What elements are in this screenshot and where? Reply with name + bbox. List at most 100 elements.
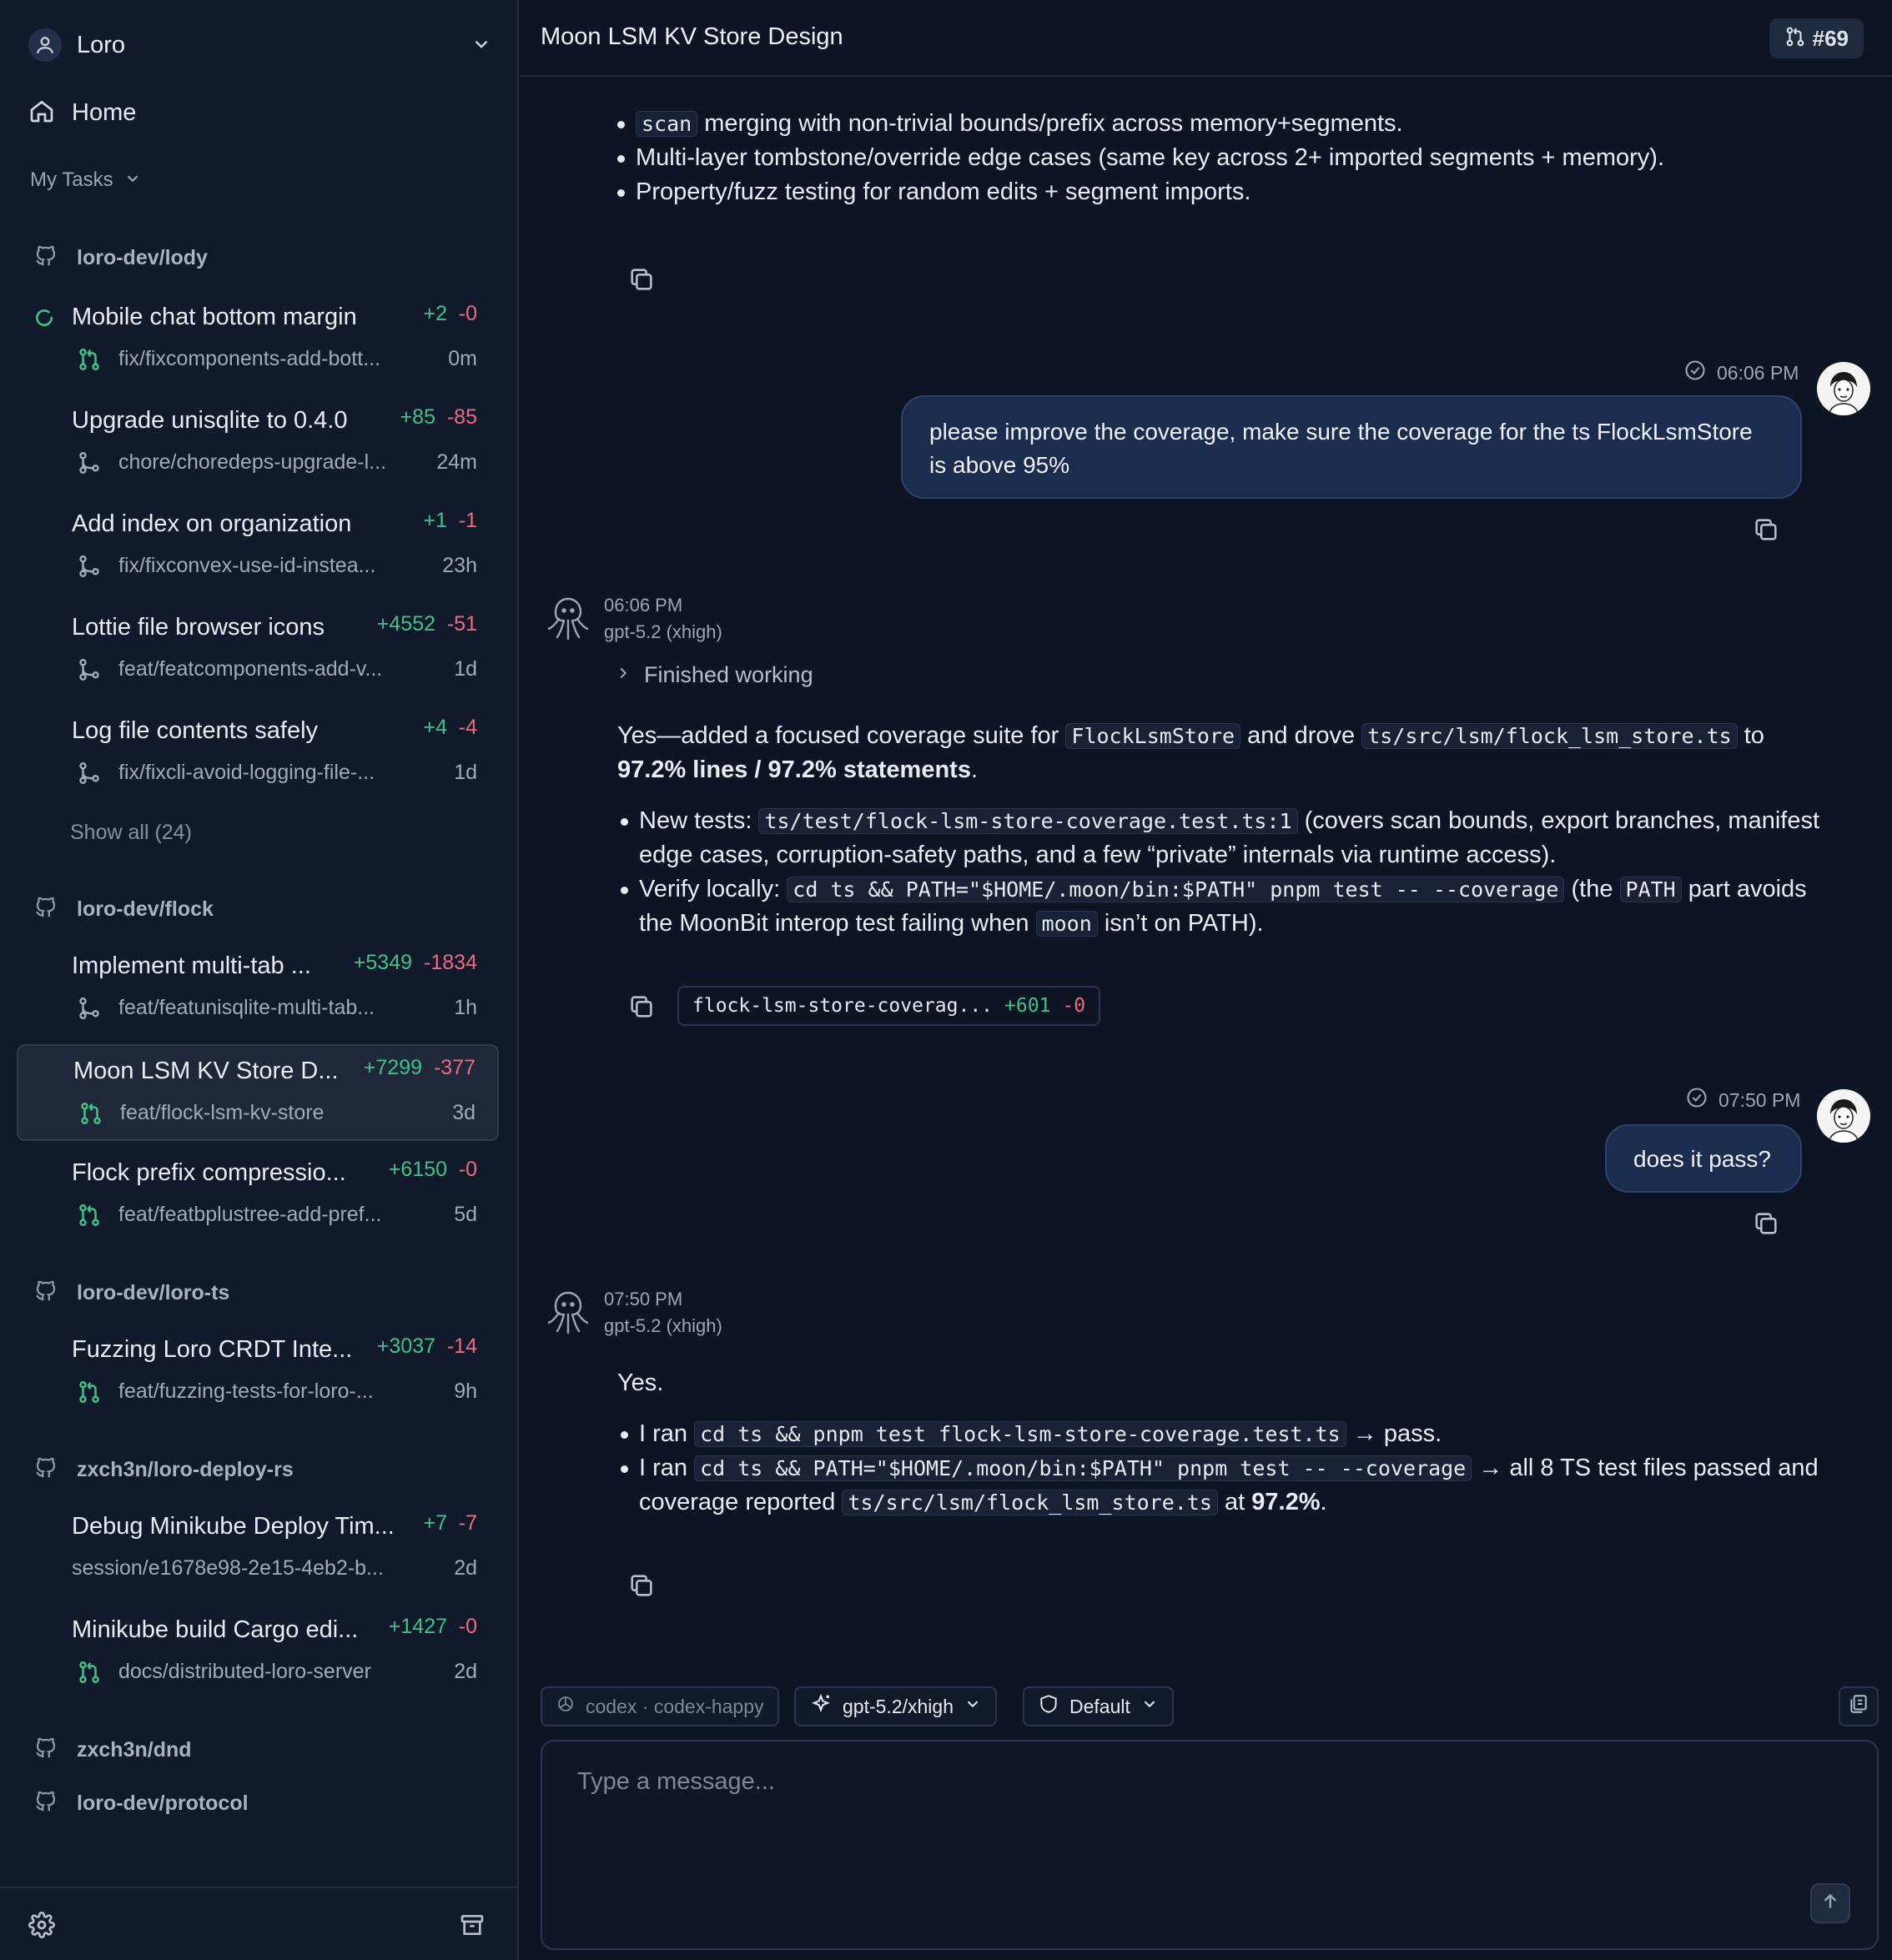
message-input[interactable] <box>542 1741 1877 1948</box>
task-title: Add index on organization <box>72 510 352 537</box>
bold-text: 97.2% lines / 97.2% statements <box>617 756 971 783</box>
task-title: Minikube build Cargo edi... <box>72 1616 359 1643</box>
home-icon <box>28 98 55 128</box>
home-label: Home <box>72 98 137 126</box>
list-item: Verify locally: cd ts && PATH="$HOME/.mo… <box>617 872 1835 941</box>
task-title: Implement multi-tab ... <box>72 952 311 979</box>
copy-icon[interactable] <box>627 265 656 298</box>
repo-group[interactable]: loro-dev/flock <box>33 895 214 924</box>
task-item[interactable]: Fuzzing Loro CRDT Inte... +3037 -14 feat/fu… <box>17 1324 499 1421</box>
sidebar: Loro Home My Tasks loro-dev/lody loro-dev… <box>0 0 519 1960</box>
branch-name: feat/featcomponents-add-v... <box>118 657 383 681</box>
github-icon <box>33 1279 58 1308</box>
finished-working-toggle[interactable]: Finished working <box>614 662 813 688</box>
additions-count: +1 <box>423 509 447 532</box>
repo-name: zxch3n/dnd <box>77 1738 192 1761</box>
task-title: Upgrade unisqlite to 0.4.0 <box>72 407 348 434</box>
list-item: I ran cd ts && PATH="$HOME/.moon/bin:$PA… <box>617 1451 1835 1520</box>
assistant-message: Yes. I ran cd ts && pnpm test flock-lsm-… <box>617 1366 1835 1520</box>
pull-request-icon <box>78 1101 103 1126</box>
repo-name: loro-dev/loro-ts <box>77 1281 230 1304</box>
list-item-text: merging with non-trivial bounds/prefix a… <box>697 110 1403 137</box>
copy-icon[interactable] <box>1752 1209 1780 1242</box>
previous-message-list: scan merging with non-trivial bounds/pre… <box>614 107 1815 209</box>
inline-code: cd ts && pnpm test flock-lsm-store-cover… <box>694 1421 1346 1447</box>
task-age: 5d <box>454 1203 477 1226</box>
inline-code: FlockLsmStore <box>1065 723 1241 749</box>
additions-count: +4552 <box>376 612 435 636</box>
inline-code: ts/src/lsm/flock_lsm_store.ts <box>1361 723 1738 749</box>
task-item[interactable]: Debug Minikube Deploy Tim... +7 -7 session/… <box>17 1501 499 1598</box>
text: Verify locally: <box>639 876 787 902</box>
repo-group[interactable]: zxch3n/dnd <box>33 1736 192 1765</box>
repo-group[interactable]: zxch3n/loro-deploy-rs <box>33 1455 294 1485</box>
branch-icon <box>77 996 102 1021</box>
task-item[interactable]: Upgrade unisqlite to 0.4.0 +85 -85 chore/ch… <box>17 395 499 492</box>
agent-selector[interactable]: codex · codex-happy <box>541 1686 779 1726</box>
file-additions: +601 <box>1004 995 1051 1017</box>
finished-working-label: Finished working <box>644 662 813 687</box>
github-icon <box>33 895 58 924</box>
model-selector[interactable]: gpt-5.2/xhigh <box>794 1686 997 1726</box>
archive-icon[interactable] <box>459 1912 486 1942</box>
task-item[interactable]: Log file contents safely +4 -4 fix/fixcli-a… <box>17 706 499 802</box>
copy-icon[interactable] <box>1752 515 1780 548</box>
task-age: 2d <box>454 1660 477 1683</box>
task-title: Flock prefix compressio... <box>72 1159 346 1186</box>
repo-name: loro-dev/protocol <box>77 1792 249 1815</box>
workspace-name: Loro <box>77 31 126 58</box>
deletions-count: -0 <box>458 1615 477 1638</box>
workspace-switcher[interactable]: Loro <box>28 27 492 63</box>
attach-button[interactable] <box>1839 1686 1879 1726</box>
task-item[interactable]: Moon LSM KV Store D... +7299 -377 feat/floc… <box>17 1044 499 1141</box>
task-item[interactable]: Implement multi-tab ... +5349 -1834 feat/fe… <box>17 941 499 1038</box>
task-age: 23h <box>442 554 477 577</box>
pull-request-badge[interactable]: #69 <box>1769 18 1864 58</box>
my-tasks-toggle[interactable]: My Tasks <box>30 168 142 192</box>
sparkles-icon <box>809 1692 833 1721</box>
task-item[interactable]: Lottie file browser icons +4552 -51 feat/fe… <box>17 602 499 699</box>
text: → pass. <box>1346 1420 1442 1447</box>
deletions-count: -1 <box>458 509 477 532</box>
task-age: 3d <box>452 1101 476 1124</box>
copy-icon[interactable] <box>627 1571 656 1604</box>
inline-code: cd ts && PATH="$HOME/.moon/bin:$PATH" pn… <box>787 877 1565 902</box>
assistant-message: Yes—added a focused coverage suite for F… <box>617 719 1835 941</box>
chevron-down-icon <box>470 33 492 59</box>
task-item[interactable]: Minikube build Cargo edi... +1427 -0 docs/d… <box>17 1605 499 1701</box>
user-icon <box>28 28 62 62</box>
text: New tests: <box>639 807 759 834</box>
changed-file-chip[interactable]: flock-lsm-store-coverag... +601 -0 <box>677 986 1101 1026</box>
inline-code: scan <box>636 111 698 137</box>
repo-group[interactable]: loro-dev/loro-ts <box>33 1279 229 1308</box>
deletions-count: -377 <box>433 1056 476 1079</box>
permission-selector[interactable]: Default <box>1023 1686 1174 1726</box>
task-item[interactable]: Add index on organization +1 -1 fix/fixconv… <box>17 499 499 596</box>
timestamp-text: 07:50 PM <box>1718 1088 1801 1111</box>
chevron-down-icon <box>1140 1695 1159 1718</box>
repo-group[interactable]: loro-dev/protocol <box>33 1789 249 1818</box>
check-circle-icon <box>1683 359 1707 387</box>
task-item[interactable]: Mobile chat bottom margin +2 -0 fix/fixcomp… <box>17 292 499 389</box>
github-icon <box>33 1789 58 1818</box>
show-all-link[interactable]: Show all (24) <box>70 821 192 845</box>
model-label: gpt-5.2/xhigh <box>843 1695 954 1717</box>
copy-icon[interactable] <box>627 993 656 1025</box>
home-link[interactable]: Home <box>28 93 136 132</box>
branch-name: docs/distributed-loro-server <box>118 1660 371 1683</box>
send-button[interactable] <box>1810 1883 1850 1923</box>
gear-icon[interactable] <box>28 1912 55 1942</box>
additions-count: +2 <box>423 302 447 325</box>
task-item[interactable]: Flock prefix compressio... +6150 -0 feat/fe… <box>17 1148 499 1244</box>
inline-code: PATH <box>1619 877 1682 902</box>
repo-group[interactable]: loro-dev/lody <box>33 244 208 273</box>
branch-name: feat/featunisqlite-multi-tab... <box>118 996 375 1019</box>
permission-label: Default <box>1069 1695 1130 1717</box>
branch-name: fix/fixcomponents-add-bott... <box>118 347 381 370</box>
chevron-down-icon <box>964 1695 982 1718</box>
task-age: 1h <box>454 996 477 1019</box>
task-age: 24m <box>436 450 477 474</box>
branch-name: fix/fixcli-avoid-logging-file-... <box>118 761 375 784</box>
additions-count: +6150 <box>388 1158 447 1181</box>
task-age: 9h <box>454 1380 477 1403</box>
